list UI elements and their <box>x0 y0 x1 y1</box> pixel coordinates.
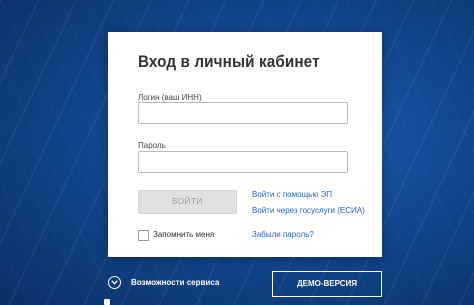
login-button[interactable]: ВОЙТИ <box>138 190 237 214</box>
remember-checkbox[interactable] <box>138 230 149 241</box>
ep-login-link[interactable]: Войти с помощью ЭП <box>252 190 332 199</box>
features-toggle[interactable]: Возможности сервиса <box>108 276 219 289</box>
login-input[interactable] <box>138 102 348 124</box>
password-label: Пароль <box>138 141 166 150</box>
page-title: Вход в личный кабинет <box>138 52 320 71</box>
features-label: Возможности сервиса <box>131 278 220 287</box>
chevron-down-icon <box>108 276 121 289</box>
remember-label: Запомнить меня <box>153 230 215 239</box>
logo-icon <box>104 299 110 305</box>
forgot-password-link[interactable]: Забыли пароль? <box>252 230 314 239</box>
esia-login-link[interactable]: Войти через госуслуги (ЕСИА) <box>252 206 365 215</box>
demo-version-button[interactable]: ДЕМО-ВЕРСИЯ <box>272 271 382 297</box>
login-label: Логин (ваш ИНН) <box>138 93 202 102</box>
password-input[interactable] <box>138 151 348 173</box>
login-card: Вход в личный кабинет Логин (ваш ИНН) Па… <box>108 32 382 257</box>
